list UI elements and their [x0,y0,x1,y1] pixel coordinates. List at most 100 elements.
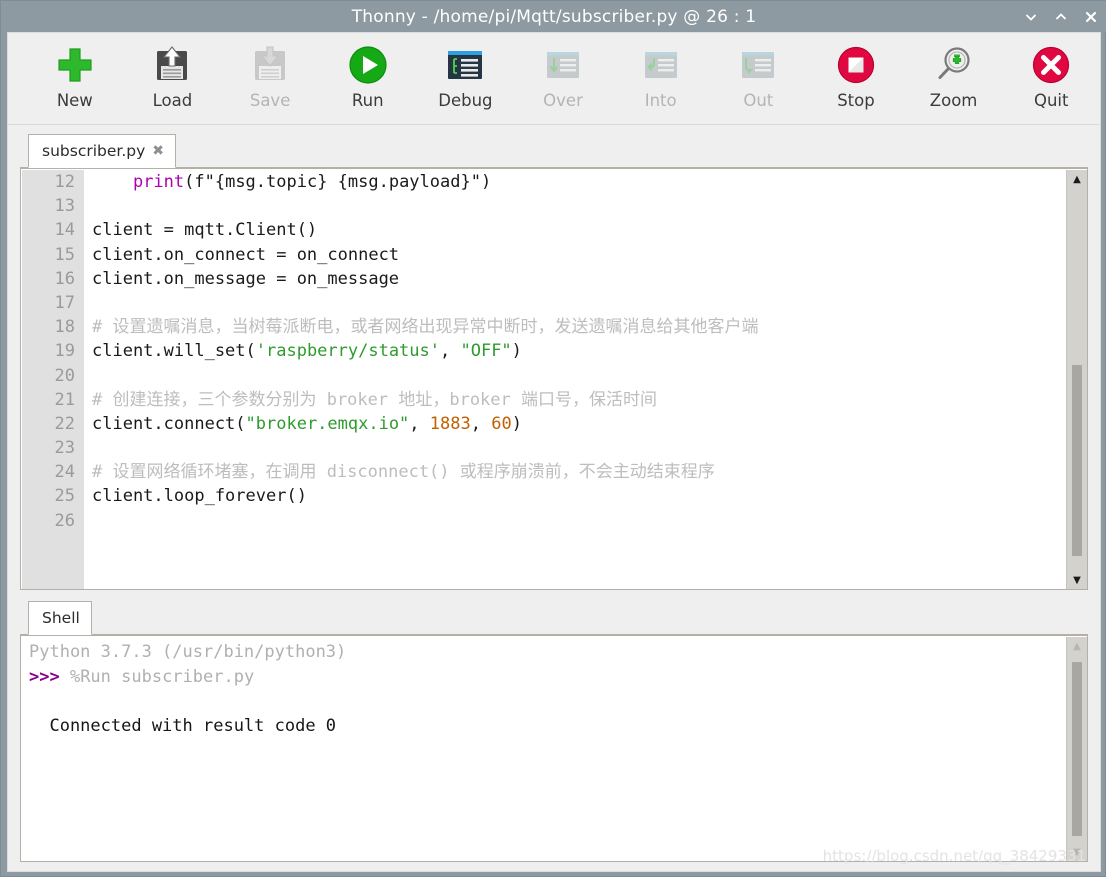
line-number: 17 [54,292,75,313]
step-into-button-label: Into [644,91,677,110]
line-number: 22 [54,413,75,434]
code-token: (f"{msg.topic} {msg.payload}") [184,172,492,192]
code-token: client = mqtt.Client() [92,220,318,241]
shell-text-area[interactable]: Python 3.7.3 (/usr/bin/python3) >>> %Run … [22,637,1066,861]
code-text-area[interactable]: print(f"{msg.topic} {msg.payload}") clie… [84,170,1071,589]
editor-tabstrip: subscriber.py ✖ [20,133,1088,168]
code-line: # 设置网络循环堵塞，在调用 disconnect() 或程序崩溃前，不会主动结… [84,460,1071,484]
debug-window-icon [441,41,489,89]
tab-label: subscriber.py [42,142,146,160]
run-button[interactable]: Run [319,41,417,121]
debug-button-label: Debug [438,91,493,110]
code-token: ) [511,413,522,434]
shell-vertical-scrollbar[interactable]: ▲ ▼ [1066,637,1087,861]
shell-tab-label: Shell [42,609,80,627]
shell-scroll-up-arrow-icon[interactable]: ▲ [1067,637,1087,656]
code-line: client.on_message = on_message [84,267,1071,291]
line-number: 25 [54,486,75,507]
line-number: 21 [54,389,75,410]
run-button-label: Run [351,91,384,110]
code-line: client = mqtt.Client() [84,218,1071,242]
tab-close-icon[interactable]: ✖ [152,144,164,158]
code-token: client.loop_forever() [92,486,307,507]
code-token: client.on_message = on_message [92,268,400,289]
shell-segment: %Run subscriber.py [69,666,255,687]
minimize-icon[interactable] [1023,9,1039,25]
step-into-icon [637,41,685,89]
step-out-icon [734,41,782,89]
quit-button[interactable]: Quit [1002,41,1100,121]
line-number: 20 [54,365,75,386]
debug-button[interactable]: Debug [417,41,515,121]
shell-line: Connected with result code 0 [22,714,1066,739]
zoom-button[interactable]: Zoom [905,41,1003,121]
maximize-icon[interactable] [1053,9,1069,25]
editor-vertical-scrollbar[interactable]: ▲ ▼ [1066,170,1087,589]
step-over-button-label: Over [543,91,583,110]
floppy-down-icon [246,41,294,89]
line-number: 26 [54,510,75,531]
code-token: # 设置网络循环堵塞，在调用 disconnect() 或程序崩溃前，不会主动结… [92,462,715,483]
close-icon[interactable] [1083,9,1099,25]
thonny-window: Thonny - /home/pi/Mqtt/subscriber.py @ 2… [0,0,1106,877]
scrollbar-thumb[interactable] [1072,364,1082,556]
step-over-button: Over [514,41,612,121]
shell-line: >>> %Run subscriber.py [22,665,1066,690]
code-editor[interactable]: 12 13 14 15 16 17 18 19 20 21 22 23 24 25 26 print(f"{… [20,168,1088,590]
load-button[interactable]: Load [124,41,222,121]
quit-button-label: Quit [1033,91,1069,110]
code-token: client.on_connect = on_connect [92,244,400,265]
save-button: Save [221,41,319,121]
editor-notebook: subscriber.py ✖ 12 13 14 15 16 17 18 19 20 21 22 23… [20,133,1088,590]
step-into-button: Into [612,41,710,121]
code-token: 'raspberry/status' [255,341,440,362]
step-out-button-label: Out [743,91,774,110]
step-out-button: Out [709,41,807,121]
code-token: # 创建连接，三个参数分别为 broker 地址，broker 端口号，保活时间 [92,389,657,410]
tab-shell[interactable]: Shell [28,601,92,635]
code-line: client.loop_forever() [84,484,1071,508]
plus-icon [51,41,99,89]
stop-button[interactable]: Stop [807,41,905,121]
shell-segment: Connected with result code 0 [29,715,337,736]
code-line: print(f"{msg.topic} {msg.payload}") [84,170,1071,194]
toolbar: New Load Save Run Debug Over Into Out St… [8,33,1100,125]
code-token: , [470,413,492,434]
zoom-button-label: Zoom [929,91,978,110]
load-button-label: Load [152,91,193,110]
shell-notebook: Shell Python 3.7.3 (/usr/bin/python3) >>>… [20,600,1088,862]
new-button[interactable]: New [26,41,124,121]
code-line: client.will_set('raspberry/status', "OFF… [84,339,1071,363]
window-controls [1023,1,1099,32]
line-number: 16 [54,268,75,289]
new-button-label: New [56,91,93,110]
scroll-down-arrow-icon[interactable]: ▼ [1067,571,1087,589]
shell-panel[interactable]: Python 3.7.3 (/usr/bin/python3) >>> %Run … [20,635,1088,862]
scroll-up-arrow-icon[interactable]: ▲ [1067,170,1087,189]
shell-segment: >>> [29,666,70,687]
code-token: client.connect( [92,413,246,434]
close-circle-icon [1027,41,1075,89]
tab-subscriber-py[interactable]: subscriber.py ✖ [28,134,177,168]
code-token: , [440,341,461,362]
shell-scroll-down-arrow-icon[interactable]: ▼ [1067,843,1087,861]
magnifier-plus-icon [930,41,978,89]
save-button-label: Save [249,91,291,110]
shell-line: Python 3.7.3 (/usr/bin/python3) [22,640,1066,665]
shell-scrollbar-thumb[interactable] [1072,661,1082,836]
client-area: New Load Save Run Debug Over Into Out St… [7,32,1101,872]
line-number: 18 [54,317,75,338]
stop-button-label: Stop [837,91,875,110]
code-line: client.connect("broker.emqx.io", 1883, 6… [84,412,1071,436]
code-token: # 设置遗嘱消息，当树莓派断电，或者网络出现异常中断时，发送遗嘱消息给其他客户端 [92,317,759,338]
line-number: 15 [54,244,75,265]
title-bar[interactable]: Thonny - /home/pi/Mqtt/subscriber.py @ 2… [1,1,1106,32]
code-token: "broker.emqx.io" [245,413,410,434]
